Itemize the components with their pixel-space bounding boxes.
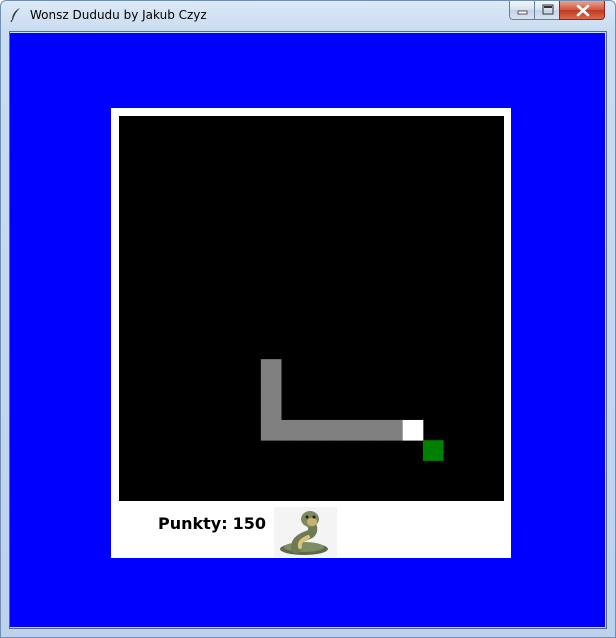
food-item xyxy=(422,440,444,461)
close-button[interactable] xyxy=(559,1,605,20)
snake-segment xyxy=(281,419,302,441)
score-value: 150 xyxy=(232,514,267,533)
snake-segment xyxy=(321,419,343,441)
title-bar[interactable]: Wonsz Dududu by Jakub Czyz xyxy=(1,1,615,29)
snake-segment xyxy=(341,419,363,441)
snake-segment xyxy=(382,419,404,441)
score-display: Punkty: 150 xyxy=(158,514,266,533)
snake-segment xyxy=(260,399,282,421)
snake-segment xyxy=(260,379,282,401)
snake-segment xyxy=(260,419,282,441)
feather-icon xyxy=(9,7,23,23)
cobra-icon xyxy=(274,507,337,557)
snake-head xyxy=(402,419,424,441)
snake-segment xyxy=(301,419,323,441)
game-board-canvas xyxy=(119,116,504,501)
minimize-icon xyxy=(517,10,528,15)
maximize-icon xyxy=(542,4,554,15)
snake-segment xyxy=(260,359,282,380)
maximize-button[interactable] xyxy=(534,1,560,20)
close-icon xyxy=(576,4,590,17)
board-background xyxy=(119,116,504,501)
game-board[interactable] xyxy=(119,116,504,501)
snake-segment xyxy=(362,419,383,441)
window-title: Wonsz Dududu by Jakub Czyz xyxy=(30,8,207,22)
minimize-button[interactable] xyxy=(509,1,535,20)
score-label: Punkty: xyxy=(158,514,228,533)
